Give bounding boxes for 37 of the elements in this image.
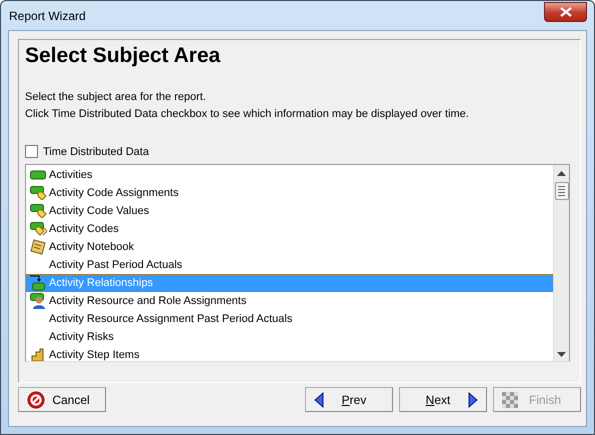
notebook-icon [30,239,46,255]
page-heading: Select Subject Area [25,43,222,69]
checkered-flag-icon [502,392,518,408]
list-item[interactable]: Activity Step Items [26,346,553,361]
tag-icon [30,204,46,218]
instruction-text: Click Time Distributed Data checkbox to see which information may be displayed over time. [25,108,470,120]
scrollbar[interactable] [553,165,569,361]
activity-bar-icon [30,170,46,180]
checkbox-label: Time Distributed Data [43,146,149,158]
scroll-up-arrow-icon[interactable] [557,171,566,176]
steps-icon [31,348,45,361]
list-item[interactable]: Activity Past Period Actuals [26,256,553,274]
instruction-text: Select the subject area for the report. [25,91,207,103]
close-icon [560,6,572,16]
close-button[interactable] [544,2,587,22]
list-item[interactable]: Activity Notebook [26,238,553,256]
list-item[interactable]: Activity Risks [26,328,553,346]
next-button[interactable]: Next [399,387,487,412]
scroll-down-arrow-icon[interactable] [557,352,566,357]
list-item[interactable]: Activity Code Assignments [26,184,553,202]
right-arrow-icon [468,392,478,408]
prev-button[interactable]: Prev [305,387,393,412]
relationship-icon [30,275,46,291]
scroll-thumb[interactable] [554,182,568,200]
no-entry-icon [27,390,45,408]
list-item[interactable]: Activity Codes [26,220,553,238]
checkbox[interactable] [25,145,38,158]
resource-icon [30,293,46,309]
tags-icon [30,222,46,236]
list-item[interactable]: Activities [26,166,553,184]
left-arrow-icon [314,392,324,408]
list-item[interactable]: Activity Resource and Role Assignments [26,292,553,310]
tag-icon [30,186,46,200]
list-item[interactable]: Activity Resource Assignment Past Period Actuals [26,310,553,328]
window-title: Report Wizard [8,8,86,22]
cancel-button[interactable]: Cancel [18,387,106,412]
list-item[interactable]: Activity Code Values [26,202,553,220]
